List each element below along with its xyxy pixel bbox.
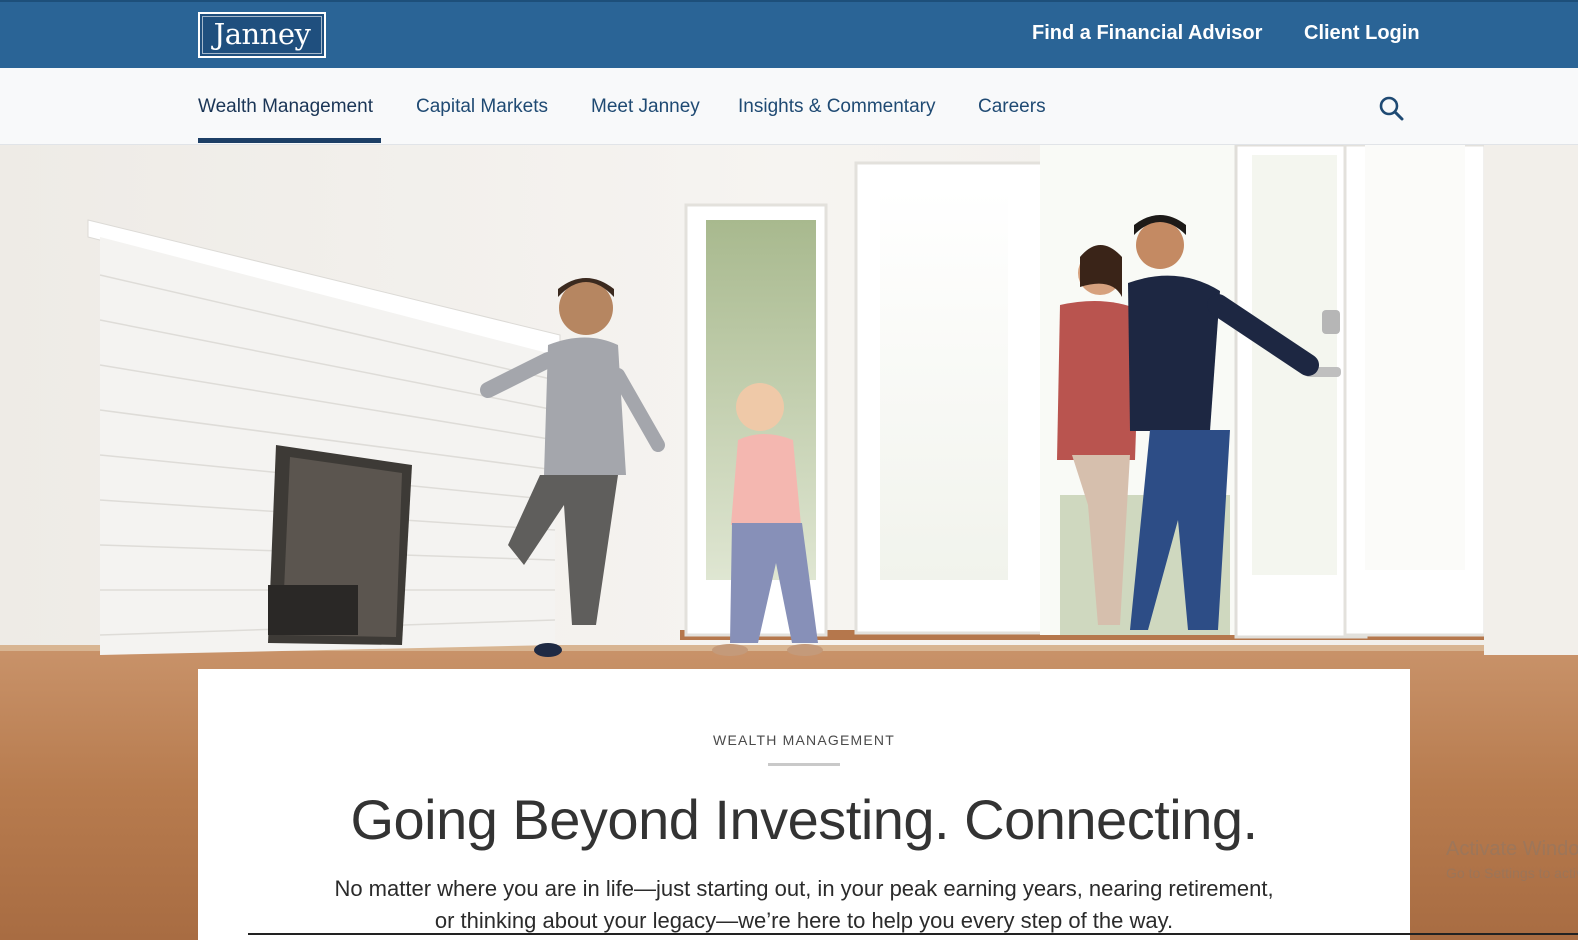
watermark-line-1: Activate Windows [1446, 838, 1578, 860]
janney-logo[interactable]: Janney [198, 12, 326, 58]
find-financial-advisor-link[interactable]: Find a Financial Advisor [1032, 22, 1262, 45]
page: Janney Find a Financial Advisor Client L… [0, 0, 1578, 940]
hero-headline: Going Beyond Investing. Connecting. [350, 788, 1258, 851]
page-bottom-edge [248, 933, 1578, 935]
nav-item-capital-markets[interactable]: Capital Markets [416, 96, 548, 118]
nav-item-meet-janney[interactable]: Meet Janney [591, 96, 700, 118]
nav-item-wealth-management[interactable]: Wealth Management [198, 96, 373, 118]
client-login-link[interactable]: Client Login [1304, 22, 1420, 45]
hero-content-card: WEALTH MANAGEMENT Going Beyond Investing… [198, 669, 1410, 940]
active-nav-underline [198, 138, 381, 143]
hero-lede: No matter where you are in life—just sta… [334, 876, 1274, 933]
watermark-line-2: Go to Settings to activate Windows. [1446, 865, 1578, 881]
nav-item-careers[interactable]: Careers [978, 96, 1046, 118]
windows-activation-watermark: Activate Windows Go to Settings to activ… [1446, 838, 1578, 881]
logo-text: Janney [213, 17, 311, 51]
search-icon [1379, 96, 1404, 121]
section-eyebrow: WEALTH MANAGEMENT [713, 732, 895, 748]
eyebrow-divider [768, 763, 840, 766]
nav-item-insights-commentary[interactable]: Insights & Commentary [738, 96, 935, 118]
top-utility-bar: Janney Find a Financial Advisor Client L… [0, 0, 1578, 68]
search-button[interactable] [1378, 95, 1406, 123]
main-nav: Wealth Management Capital Markets Meet J… [0, 68, 1578, 145]
